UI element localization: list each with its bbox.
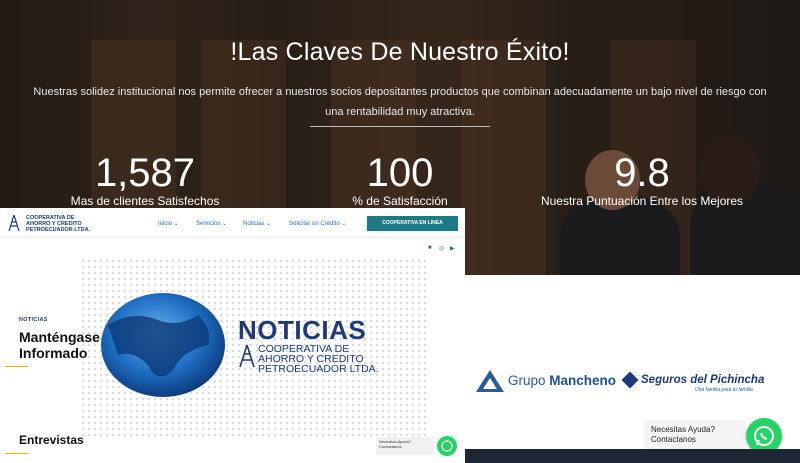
news-section-label: NOTICIAS (19, 317, 48, 323)
cooperativa-en-linea-button[interactable]: COOPERATIVA EN LINEA (367, 216, 458, 231)
site-navbar: COOPERATIVA DE AHORRO Y CREDITO PETROECU… (0, 208, 465, 238)
stat-label: Nuestra Puntuación Entre los Mejores (540, 194, 744, 208)
facebook-icon[interactable]: ■ (428, 245, 432, 251)
hero-description: Nuestras solidez institucional nos permi… (33, 86, 767, 118)
nav-item-noticias[interactable]: Noticias ⌄ (243, 220, 271, 227)
hero-title: !Las Claves De Nuestro Éxito! (230, 38, 570, 66)
banner-coop-name: COOPERATIVA DE AHORRO Y CREDITO PETROECU… (258, 343, 379, 375)
nav-item-inicio[interactable]: Inicio ⌄ (158, 220, 179, 227)
website-preview: COOPERATIVA DE AHORRO Y CREDITO PETROECU… (0, 208, 465, 463)
help-line: Contactanos (379, 444, 402, 449)
interviews-section-title: Entrevistas (19, 433, 84, 447)
grupo-mancheno-logo-icon (476, 370, 504, 392)
title-underline (5, 366, 28, 367)
stat-clients: 1,587 Mas de clientes Satisfechos (15, 150, 275, 208)
mini-help-box[interactable]: Necesitas Ayuda? Contactanos (376, 437, 434, 455)
site-logo-text: COOPERATIVA DE AHORRO Y CREDITO PETROECU… (26, 215, 91, 233)
footer-bar (465, 449, 800, 463)
news-section-title: Manténgase Informado (19, 329, 100, 361)
stat-value: 100 (366, 151, 434, 195)
stat-satisfaction: 100 % de Satisfacción (270, 150, 530, 208)
stat-value: 1,587 (94, 151, 196, 195)
nav-item-credito[interactable]: Solicitar un Crédito ⌄ (289, 220, 346, 227)
help-line: Necesitas Ayuda? (651, 425, 715, 434)
nav-item-servicios[interactable]: Servicios ⌄ (196, 220, 227, 227)
noticias-banner-title: NOTICIAS (238, 315, 367, 345)
stat-label: % de Satisfacción (352, 194, 448, 208)
title-underline (5, 453, 28, 454)
youtube-icon[interactable]: ▶ (450, 245, 455, 252)
help-line: Contactanos (651, 435, 696, 444)
stat-value: 9.8 (614, 151, 670, 195)
seguros-pichincha-tagline: Una familia para tu familia (695, 387, 753, 393)
derrick-banner-icon (239, 344, 255, 368)
partner-logos: Grupo Mancheno Seguros del Pichincha Una… (475, 369, 775, 393)
stat-score: 9.8 Nuestra Puntuación Entre los Mejores (512, 150, 772, 208)
help-box[interactable]: Necesitas Ayuda? Contactanos (644, 420, 746, 450)
grupo-mancheno-name: Grupo Mancheno (508, 373, 617, 388)
mini-whatsapp-icon[interactable] (437, 436, 457, 456)
stat-label: Mas de clientes Satisfechos (70, 194, 220, 208)
instagram-icon[interactable]: ◎ (439, 245, 444, 252)
seguros-pichincha-logo-icon (621, 371, 639, 389)
hero-divider (310, 126, 490, 127)
seguros-pichincha-name: Seguros del Pichincha (641, 374, 765, 386)
derrick-logo-icon (8, 215, 20, 231)
